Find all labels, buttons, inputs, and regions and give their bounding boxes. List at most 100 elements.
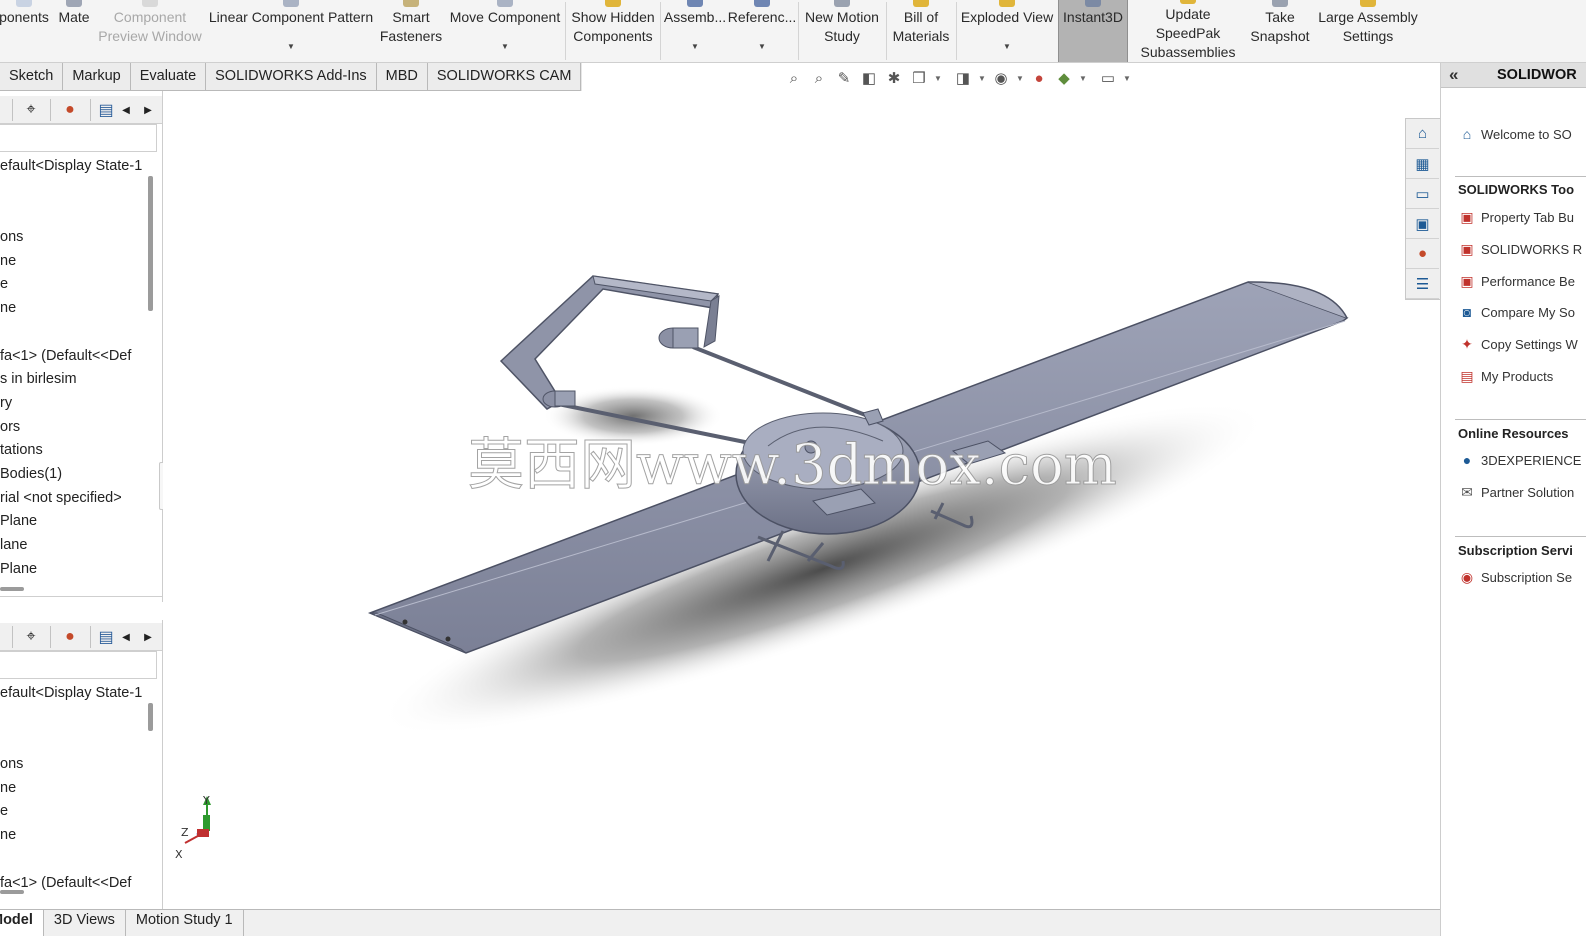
tree-item[interactable]: efault<Display State-1 — [0, 155, 145, 179]
welcome-link[interactable]: ⌂ Welcome to SO — [1457, 123, 1572, 145]
components-button[interactable]: ponents — [0, 0, 50, 62]
vertical-scrollbar[interactable] — [148, 176, 153, 311]
tree-filter-field[interactable] — [0, 124, 157, 152]
chevron-down-icon[interactable]: ▼ — [1003, 37, 1011, 56]
display-manager-icon[interactable]: ● — [60, 627, 80, 647]
move-component-button[interactable]: Move Component ▼ — [448, 0, 562, 62]
custom-properties-icon[interactable]: ☰ — [1406, 269, 1439, 299]
home-icon[interactable]: ⌂ — [1406, 119, 1439, 149]
view-orientation-icon[interactable]: ❒ — [909, 68, 929, 88]
tab-sketch[interactable]: Sketch — [0, 63, 64, 91]
file-explorer-icon[interactable]: ▭ — [1406, 179, 1439, 209]
cam-manager-icon[interactable]: ▤ — [96, 627, 116, 647]
section-view-icon[interactable]: ◧ — [859, 68, 879, 88]
horizontal-scrollbar[interactable] — [0, 890, 24, 894]
tree-item[interactable]: s in birlesim — [0, 368, 145, 392]
appearances-icon[interactable]: ● — [1406, 239, 1439, 269]
edit-appearance-icon[interactable]: ● — [1029, 68, 1049, 88]
zoom-to-area-icon[interactable]: ⌕ — [809, 68, 829, 88]
tab-motion-study[interactable]: Motion Study 1 — [126, 910, 244, 936]
update-speedpak-button[interactable]: Update SpeedPak Subassemblies — [1132, 0, 1244, 62]
view-palette-icon[interactable]: ▣ — [1406, 209, 1439, 239]
tree-item[interactable] — [0, 179, 145, 203]
tree-item[interactable]: rial <not specified> — [0, 487, 145, 511]
cam-manager-icon[interactable]: ▤ — [96, 100, 116, 120]
display-style-icon[interactable]: ◨ — [953, 68, 973, 88]
tree-item[interactable]: ors — [0, 416, 145, 440]
apply-scene-icon[interactable]: ◆ — [1054, 68, 1074, 88]
tree-item[interactable]: efault<Display State-1 — [0, 682, 145, 706]
chevron-down-icon[interactable]: ▼ — [501, 37, 509, 56]
chevron-down-icon[interactable]: ▼ — [978, 74, 986, 83]
tree-item[interactable]: Plane — [0, 510, 145, 534]
dynamic-annotation-icon[interactable]: ✱ — [884, 68, 904, 88]
take-snapshot-button[interactable]: Take Snapshot — [1248, 0, 1312, 62]
tree-item[interactable]: ne — [0, 777, 145, 801]
tree-filter-field[interactable] — [0, 651, 157, 679]
tree-item[interactable] — [0, 202, 145, 226]
tree-item[interactable] — [0, 706, 145, 730]
online-item[interactable]: ✉ Partner Solution — [1457, 481, 1574, 503]
display-manager-icon[interactable]: ● — [60, 100, 80, 120]
previous-view-icon[interactable]: ✎ — [834, 68, 854, 88]
tools-item[interactable]: ▣ Performance Be — [1457, 270, 1575, 292]
reference-geometry-button[interactable]: Referenc... ▼ — [728, 0, 796, 62]
tab-model[interactable]: Model — [0, 910, 44, 936]
tab-markup[interactable]: Markup — [63, 63, 131, 91]
linear-component-pattern-button[interactable]: Linear Component Pattern ▼ — [206, 0, 376, 62]
tree-item[interactable]: ons — [0, 753, 145, 777]
vertical-scrollbar[interactable] — [148, 703, 153, 731]
tree-item[interactable]: ne — [0, 824, 145, 848]
horizontal-scrollbar[interactable] — [0, 587, 24, 591]
tree-item[interactable]: ry — [0, 392, 145, 416]
zoom-to-fit-icon[interactable]: ⌕ — [784, 68, 804, 88]
scroll-left-icon[interactable]: ◀ — [116, 100, 136, 120]
tree-item[interactable] — [0, 848, 145, 872]
tab-3d-views[interactable]: 3D Views — [44, 910, 126, 936]
instant3d-button[interactable]: Instant3D — [1058, 0, 1128, 62]
chevron-down-icon[interactable]: ▼ — [758, 37, 766, 56]
chevron-down-icon[interactable]: ▼ — [1123, 74, 1131, 83]
chevron-down-icon[interactable]: ▼ — [691, 37, 699, 56]
tree-item[interactable]: fa<1> (Default<<Def — [0, 345, 145, 369]
tree-item[interactable]: Bodies(1) — [0, 463, 145, 487]
tree-item[interactable] — [0, 729, 145, 753]
tools-item[interactable]: ✦ Copy Settings W — [1457, 333, 1578, 355]
assembly-features-button[interactable]: Assemb... ▼ — [664, 0, 726, 62]
hide-show-items-icon[interactable]: ◉ — [991, 68, 1011, 88]
configuration-manager-icon[interactable]: ⌖ — [21, 627, 41, 647]
collapse-icon[interactable]: « — [1449, 65, 1458, 85]
tree-item[interactable]: tations — [0, 439, 145, 463]
tools-item[interactable]: ▤ My Products — [1457, 365, 1553, 387]
mate-button[interactable]: Mate — [54, 0, 94, 62]
tree-item[interactable]: e — [0, 273, 145, 297]
component-preview-window-button[interactable]: Component Preview Window — [98, 0, 202, 62]
tree-item[interactable] — [0, 321, 145, 345]
view-settings-icon[interactable]: ▭ — [1098, 68, 1118, 88]
tree-item[interactable]: e — [0, 800, 145, 824]
tree-item[interactable]: Plane — [0, 558, 145, 582]
graphics-area[interactable]: 莫西网www.3dmox.com Y Z X — [163, 91, 1440, 909]
tools-item[interactable]: ▣ Property Tab Bu — [1457, 206, 1574, 228]
tree-item[interactable]: lane — [0, 534, 145, 558]
tools-item[interactable]: ◙ Compare My So — [1457, 301, 1575, 323]
subscription-item[interactable]: ◉ Subscription Se — [1457, 566, 1572, 588]
tree-item[interactable]: ne — [0, 250, 145, 274]
configuration-manager-icon[interactable]: ⌖ — [21, 100, 41, 120]
tab-evaluate[interactable]: Evaluate — [130, 63, 207, 91]
chevron-down-icon[interactable]: ▼ — [1079, 74, 1087, 83]
tree-item[interactable]: ons — [0, 226, 145, 250]
show-hidden-components-button[interactable]: Show Hidden Components — [570, 0, 656, 62]
large-assembly-settings-button[interactable]: Large Assembly Settings — [1316, 0, 1420, 62]
exploded-view-button[interactable]: Exploded View ▼ — [960, 0, 1054, 62]
tab-mbd[interactable]: MBD — [376, 63, 428, 91]
tab-solidworks-add-ins[interactable]: SOLIDWORKS Add-Ins — [206, 63, 377, 91]
chevron-down-icon[interactable]: ▼ — [934, 74, 942, 83]
tree-item[interactable]: ne — [0, 297, 145, 321]
chevron-down-icon[interactable]: ▼ — [1016, 74, 1024, 83]
scroll-right-icon[interactable]: ▶ — [138, 100, 158, 120]
tab-solidworks-cam[interactable]: SOLIDWORKS CAM — [427, 63, 582, 91]
design-library-icon[interactable]: ▦ — [1406, 149, 1439, 179]
online-item[interactable]: ● 3DEXPERIENCE — [1457, 449, 1582, 471]
tools-item[interactable]: ▣ SOLIDWORKS R — [1457, 238, 1582, 260]
